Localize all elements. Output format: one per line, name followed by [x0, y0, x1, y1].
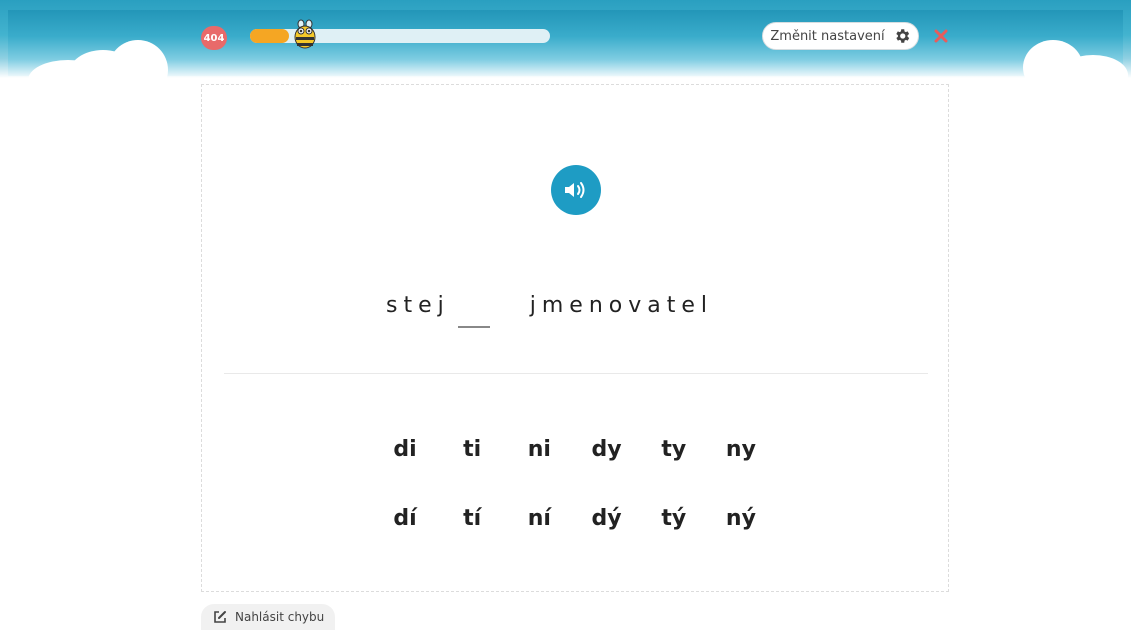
option-di-long[interactable]: dí: [373, 506, 437, 531]
option-ty-long[interactable]: tý: [642, 506, 706, 531]
close-button[interactable]: [929, 24, 953, 48]
report-label: Nahlásit chybu: [235, 610, 325, 624]
report-error-button[interactable]: Nahlásit chybu: [201, 604, 335, 630]
score-badge: 404: [201, 26, 227, 50]
options-row-short: di ti ni dy ty ny: [373, 437, 773, 462]
option-ti-long[interactable]: tí: [440, 506, 504, 531]
option-dy[interactable]: dy: [575, 437, 639, 462]
sentence-after: jmenovatel: [529, 293, 714, 318]
close-icon: [934, 29, 948, 43]
option-ty[interactable]: ty: [642, 437, 706, 462]
answer-blank: [457, 326, 490, 328]
settings-label: Změnit nastavení: [770, 28, 885, 44]
sentence-before: stej: [386, 293, 450, 318]
bee-icon: [294, 19, 316, 49]
option-ny-long[interactable]: ný: [709, 506, 773, 531]
header-background: [8, 10, 1128, 78]
divider: [224, 373, 928, 374]
option-ny[interactable]: ny: [709, 437, 773, 462]
play-audio-button[interactable]: [551, 165, 601, 215]
gear-icon: [895, 29, 909, 43]
option-ni-long[interactable]: ní: [507, 506, 571, 531]
change-settings-button[interactable]: Změnit nastavení: [762, 22, 919, 50]
speaker-icon: [565, 182, 585, 198]
exercise-sentence: stej jmenovatel: [386, 293, 713, 333]
progress-fill: [250, 29, 289, 43]
header-bar: [0, 0, 1131, 78]
option-di[interactable]: di: [373, 437, 437, 462]
option-ti[interactable]: ti: [440, 437, 504, 462]
edit-icon: [214, 611, 226, 623]
option-ni[interactable]: ni: [507, 437, 571, 462]
option-dy-long[interactable]: dý: [575, 506, 639, 531]
cloud-decoration: [108, 40, 168, 78]
options-row-long: dí tí ní dý tý ný: [373, 506, 773, 531]
